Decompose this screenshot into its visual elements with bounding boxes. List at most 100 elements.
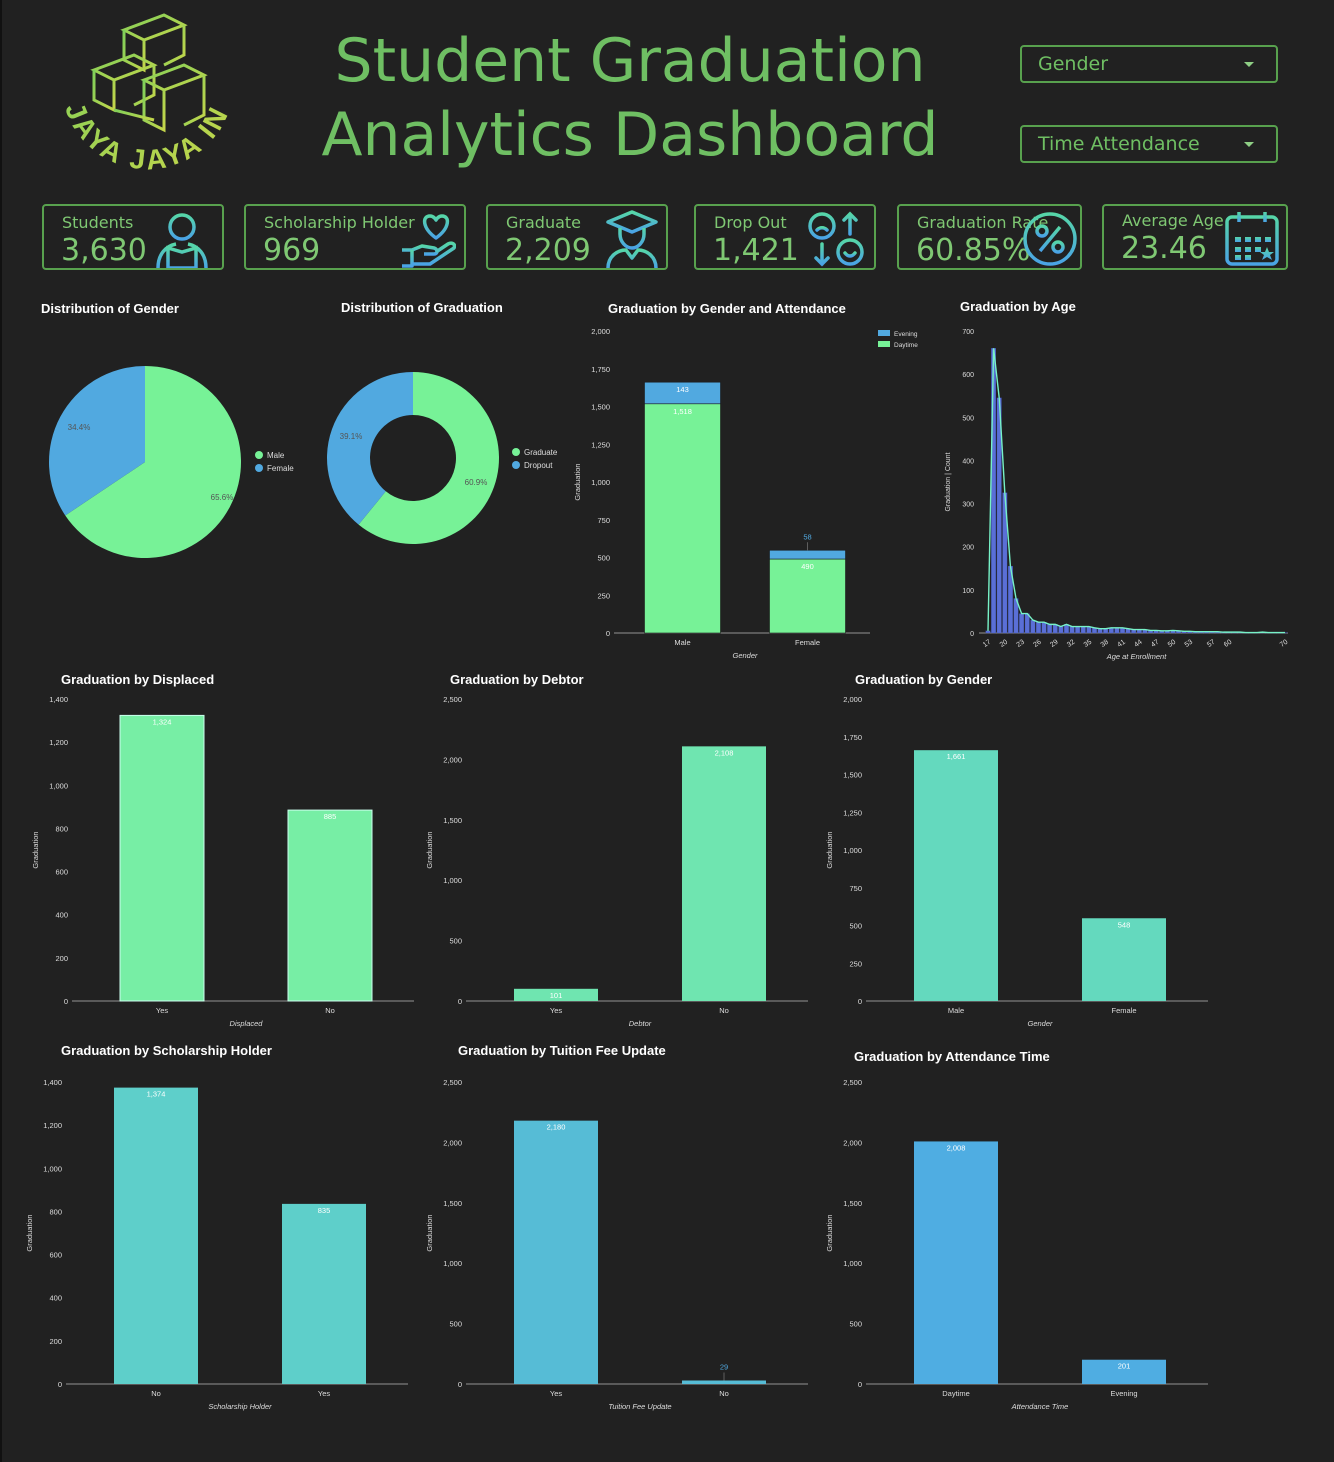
y-tick-label: 1,000 [843, 846, 862, 855]
y-tick-label: 500 [449, 937, 462, 946]
y-tick-label: 1,200 [49, 738, 68, 747]
y-tick-label: 0 [858, 1380, 862, 1389]
age-bar [1075, 626, 1081, 634]
y-tick-label: 400 [962, 458, 974, 465]
bar-value-label: 1,661 [947, 752, 966, 761]
x-tick-label: 53 [1184, 639, 1194, 649]
bar-no [114, 1087, 198, 1384]
y-tick-label: 1,000 [49, 781, 68, 790]
age-bar [1047, 624, 1053, 634]
x-tick-label: Female [1111, 1006, 1136, 1015]
y-tick-label: 750 [597, 516, 610, 525]
x-tick-label: 38 [1100, 639, 1110, 649]
bar-no [682, 746, 766, 1001]
y-tick-label: 1,000 [443, 1259, 462, 1268]
y-tick-label: 0 [458, 1380, 462, 1389]
y-tick-label: 800 [49, 1207, 62, 1216]
bar-value-label: 2,180 [547, 1123, 566, 1132]
legend-label-graduate: Graduate [524, 448, 558, 457]
y-tick-label: 1,000 [843, 1259, 862, 1268]
y-tick-label: 250 [597, 591, 610, 600]
y-tick-label: 100 [962, 588, 974, 595]
bar-male [914, 750, 998, 1001]
y-tick-label: 800 [55, 824, 68, 833]
y-tick-label: 1,500 [443, 1199, 462, 1208]
x-tick-label: 70 [1279, 639, 1289, 649]
x-tick-label: Male [674, 638, 690, 647]
x-tick-label: 23 [1016, 639, 1026, 649]
x-axis-title: Displaced [230, 1019, 264, 1028]
y-tick-label: 200 [55, 954, 68, 963]
legend-label-female: Female [267, 464, 294, 473]
bar-value-label: 1,324 [153, 717, 172, 726]
x-axis-title: Gender [1027, 1019, 1053, 1028]
bar-no [287, 809, 373, 1002]
x-axis-title: Scholarship Holder [208, 1402, 272, 1411]
y-tick-label: 2,000 [443, 1138, 462, 1147]
x-tick-label: 35 [1083, 639, 1093, 649]
y-axis-title: Graduation [573, 463, 582, 500]
slice-value-label: 39.1% [340, 432, 363, 441]
y-tick-label: 600 [49, 1251, 62, 1260]
bar-no [682, 1380, 766, 1384]
x-tick-label: Yes [318, 1389, 330, 1398]
bar-daytime-male [644, 403, 721, 634]
bar-value-label: 101 [550, 991, 563, 1000]
y-tick-label: 0 [858, 997, 862, 1006]
age-bar [1041, 622, 1047, 634]
legend-marker-evening [878, 330, 890, 336]
x-tick-label: Yes [550, 1389, 562, 1398]
y-tick-label: 1,500 [843, 1199, 862, 1208]
slice-value-label: 60.9% [465, 478, 488, 487]
y-tick-label: 2,500 [443, 1078, 462, 1087]
age-bar [1024, 613, 1030, 634]
age-bar [1114, 627, 1120, 634]
y-axis-title: Graduation [825, 1214, 834, 1251]
bar-daytime [914, 1141, 998, 1384]
legend-marker-male [255, 451, 263, 459]
x-tick-label: No [719, 1006, 729, 1015]
bar-value-label: 1,374 [147, 1090, 166, 1099]
bar-value-label: 2,008 [947, 1143, 966, 1152]
x-tick-label: No [325, 1006, 335, 1015]
y-tick-label: 500 [449, 1320, 462, 1329]
y-tick-label: 1,200 [43, 1121, 62, 1130]
bar-value-label: 490 [801, 562, 814, 571]
x-axis-title: Debtor [629, 1019, 652, 1028]
bar-value-label: 885 [324, 812, 337, 821]
x-tick-label: 60 [1223, 639, 1233, 649]
legend-marker-dropout [512, 461, 520, 469]
age-trend-line [987, 348, 1285, 634]
bar-yes [514, 1120, 598, 1384]
charts-canvas: 65.6% 34.4% Male Female 60.9% 39.1% Graduate Dr… [25, 327, 1289, 1411]
age-bar [985, 630, 991, 634]
legend-label-evening: Evening [894, 331, 918, 338]
y-tick-label: 2,000 [843, 695, 862, 704]
y-tick-label: 1,000 [43, 1164, 62, 1173]
y-tick-label: 700 [962, 329, 974, 336]
legend-marker-graduate [512, 448, 520, 456]
legend-marker-daytime [878, 341, 890, 347]
bar-female [1082, 918, 1166, 1001]
y-tick-label: 0 [458, 997, 462, 1006]
age-bar [1069, 626, 1075, 634]
age-bar [1080, 626, 1086, 634]
x-axis-title: Attendance Time [1011, 1402, 1069, 1411]
legend-label-male: Male [267, 451, 285, 460]
y-tick-label: 2,000 [843, 1138, 862, 1147]
legend-label-dropout: Dropout [524, 461, 553, 470]
age-bar [1019, 613, 1025, 634]
x-axis-title: Tuition Fee Update [608, 1402, 671, 1411]
x-tick-label: 20 [999, 639, 1009, 649]
y-tick-label: 2,500 [443, 695, 462, 704]
y-tick-label: 0 [970, 631, 974, 638]
x-tick-label: Daytime [942, 1389, 970, 1398]
y-tick-label: 1,250 [843, 808, 862, 817]
x-tick-label: Yes [550, 1006, 562, 1015]
y-tick-label: 400 [55, 911, 68, 920]
slice-value-label: 34.4% [68, 423, 91, 432]
y-tick-label: 400 [49, 1294, 62, 1303]
y-tick-label: 500 [962, 415, 974, 422]
y-axis-title: Graduation [425, 831, 434, 868]
x-tick-label: 26 [1032, 639, 1042, 649]
